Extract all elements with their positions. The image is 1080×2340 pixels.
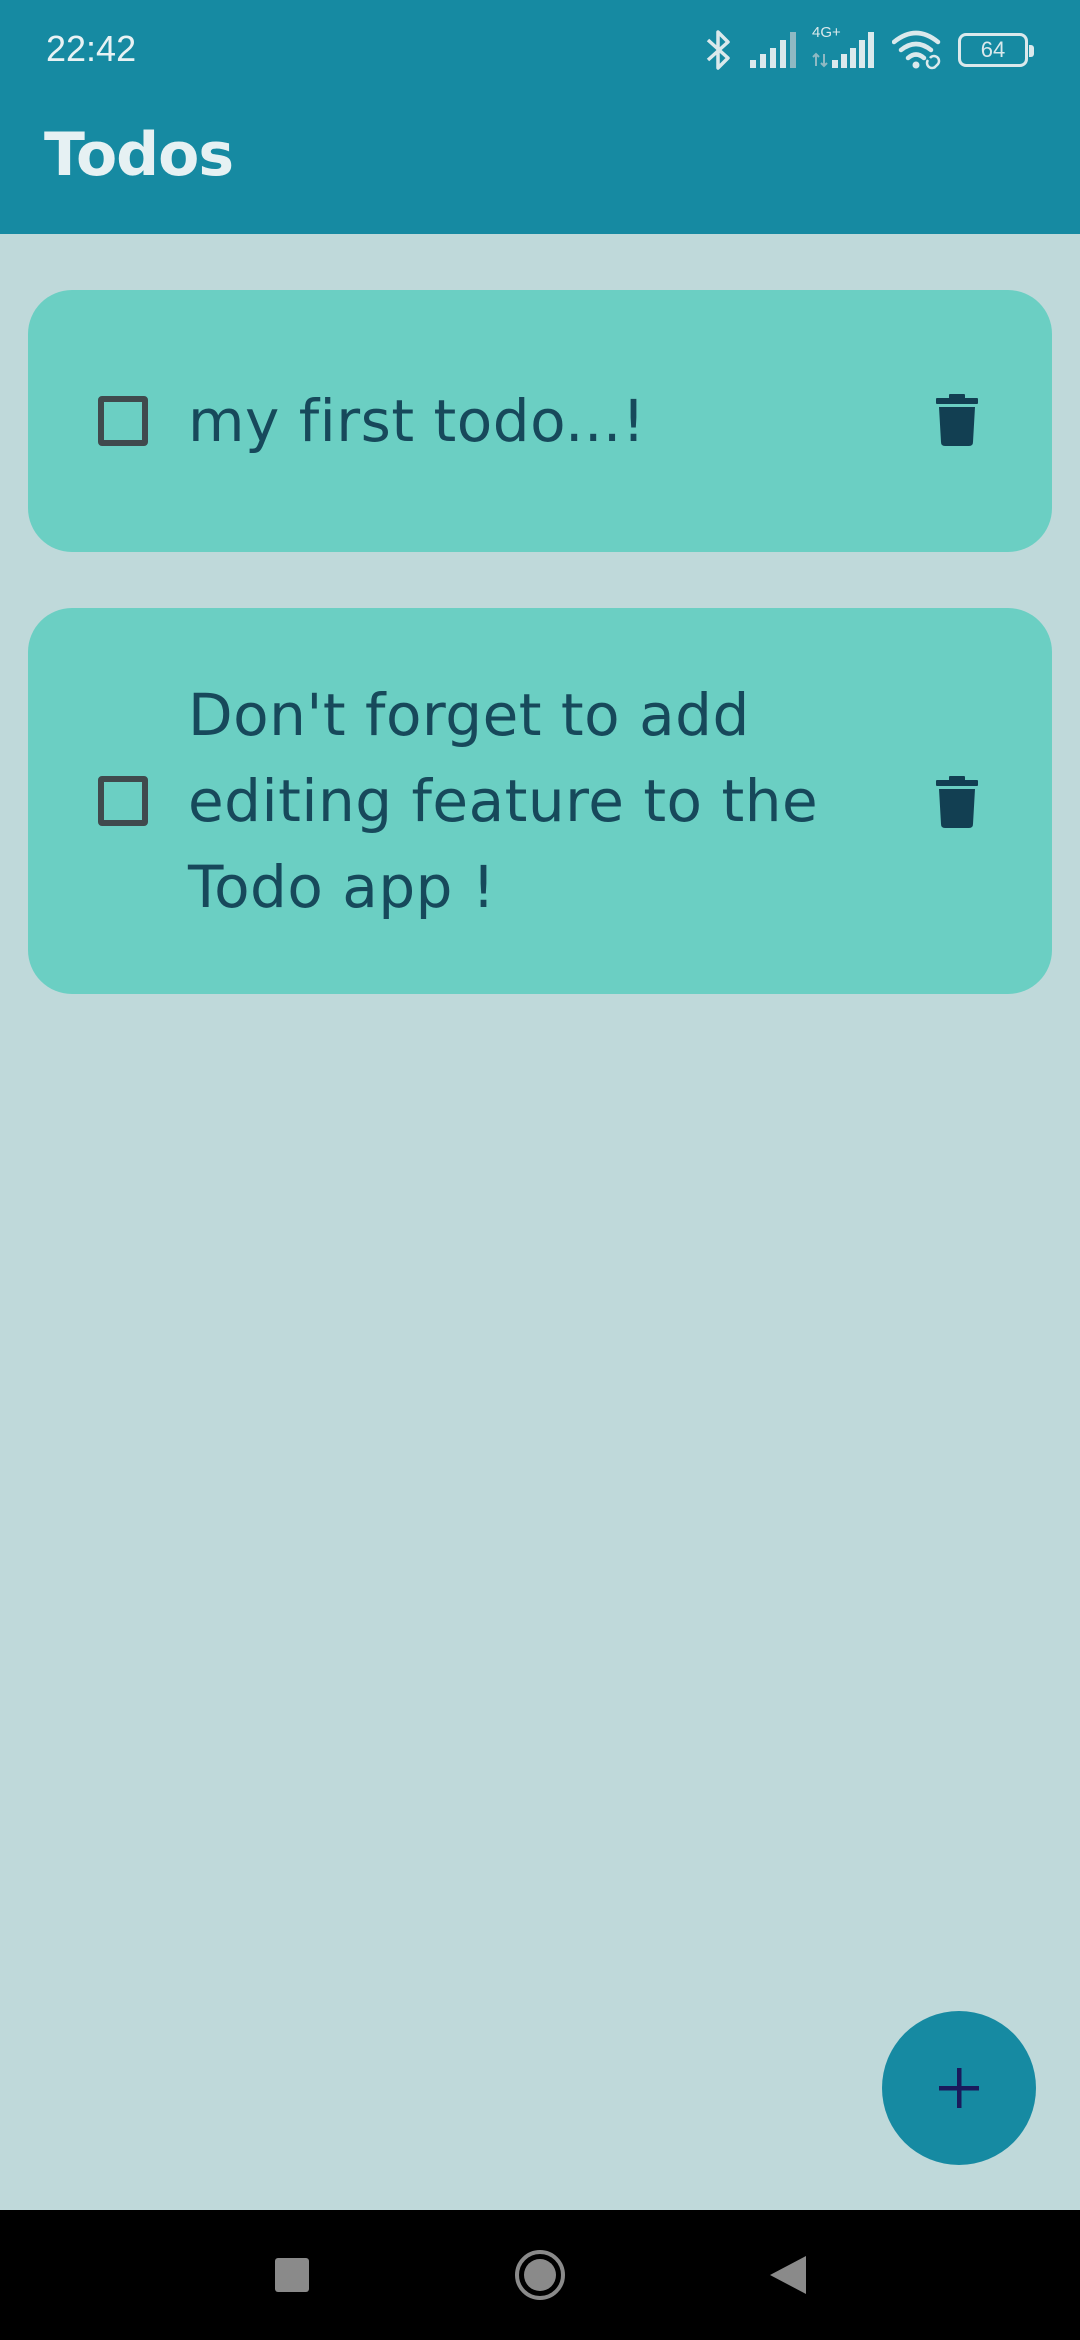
back-icon <box>770 2256 806 2294</box>
status-time: 22:42 <box>46 28 137 69</box>
trash-icon <box>936 394 978 446</box>
signal-4g-icon: 4G+ <box>812 24 878 72</box>
home-button[interactable] <box>508 2210 572 2340</box>
delete-button[interactable] <box>936 776 978 828</box>
todo-checkbox[interactable] <box>98 776 148 826</box>
battery-level: 64 <box>980 37 1006 62</box>
battery-icon: 64 <box>958 33 1034 67</box>
top-bar: 22:42 4G+ 64 Todos <box>0 0 1080 234</box>
add-todo-button[interactable] <box>882 2011 1036 2165</box>
todo-checkbox[interactable] <box>98 396 148 446</box>
plus-icon <box>939 2068 979 2108</box>
todo-text: Don't forget to add editing feature to t… <box>188 681 819 921</box>
todo-card[interactable]: my first todo...! <box>28 290 1052 552</box>
back-button[interactable] <box>758 2210 818 2340</box>
delete-button[interactable] <box>936 394 978 446</box>
bluetooth-icon <box>704 28 734 72</box>
recents-icon <box>275 2258 309 2292</box>
todo-card[interactable]: Don't forget to add editing feature to t… <box>28 608 1052 994</box>
signal-icon <box>748 30 798 70</box>
navigation-bar <box>0 2210 1080 2340</box>
trash-icon <box>936 776 978 828</box>
wifi-icon <box>892 30 944 70</box>
status-icons: 4G+ 64 <box>704 24 1034 74</box>
home-icon <box>515 2250 565 2300</box>
app-title: Todos <box>44 120 234 190</box>
recents-button[interactable] <box>262 2210 322 2340</box>
todo-text: my first todo...! <box>188 387 646 455</box>
screen: 22:42 4G+ 64 Todos my first todo...! Don… <box>0 0 1080 2340</box>
